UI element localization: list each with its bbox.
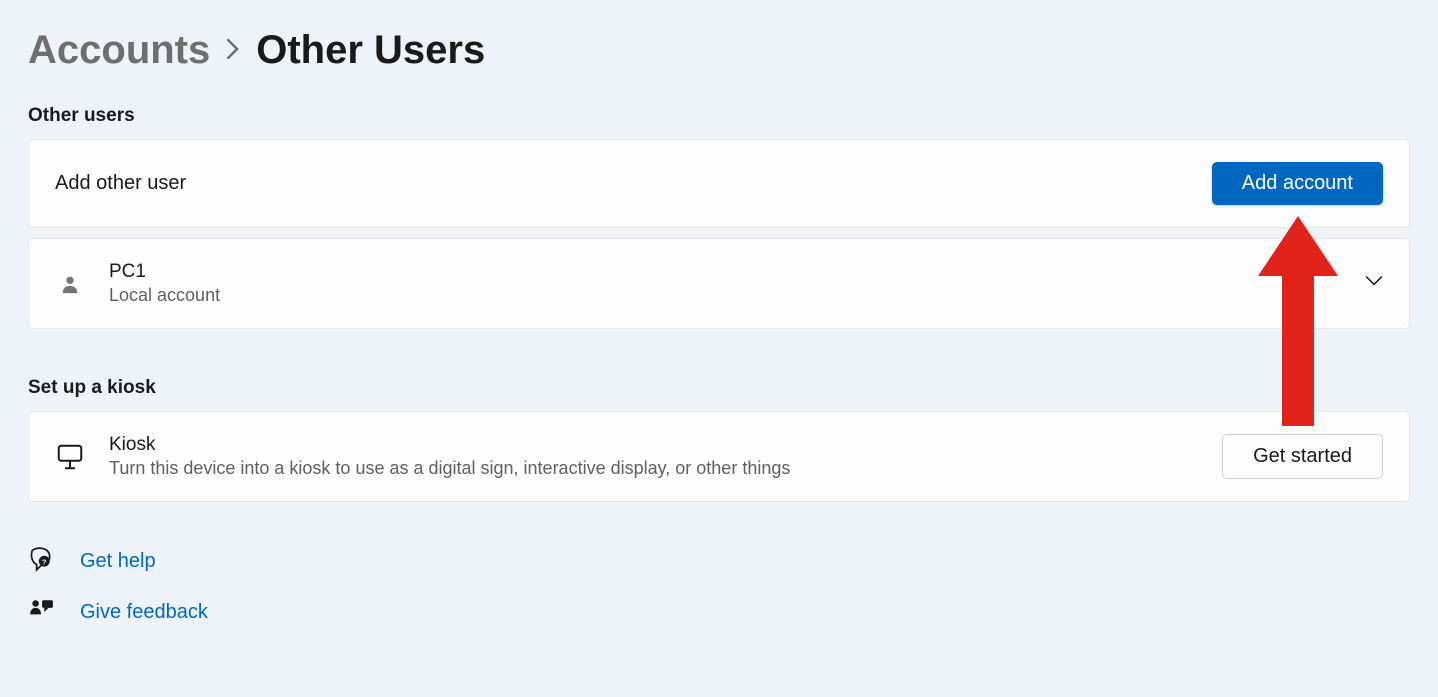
get-help-label: Get help [80, 550, 156, 573]
get-help-link[interactable]: ? Get help [28, 546, 1410, 577]
footer-links: ? Get help Give feedback [28, 546, 1410, 628]
kiosk-description: Turn this device into a kiosk to use as … [109, 458, 790, 479]
svg-text:?: ? [42, 557, 47, 566]
user-type: Local account [109, 285, 220, 306]
kiosk-row: Kiosk Turn this device into a kiosk to u… [28, 411, 1410, 502]
kiosk-icon [55, 442, 85, 472]
breadcrumb-current: Other Users [256, 28, 485, 73]
give-feedback-link[interactable]: Give feedback [28, 597, 1410, 628]
add-account-button[interactable]: Add account [1212, 162, 1383, 205]
section-header-kiosk: Set up a kiosk [28, 377, 1410, 399]
add-other-user-row: Add other user Add account [28, 139, 1410, 228]
help-icon: ? [28, 546, 54, 577]
breadcrumb: Accounts Other Users [28, 28, 1410, 73]
breadcrumb-parent[interactable]: Accounts [28, 28, 210, 73]
user-name: PC1 [109, 261, 220, 283]
user-icon [55, 273, 85, 295]
kiosk-title: Kiosk [109, 434, 790, 456]
give-feedback-label: Give feedback [80, 601, 208, 624]
get-started-button[interactable]: Get started [1222, 434, 1383, 479]
user-row[interactable]: PC1 Local account [28, 238, 1410, 329]
add-other-user-label: Add other user [55, 172, 186, 195]
feedback-icon [28, 597, 54, 628]
chevron-down-icon[interactable] [1365, 272, 1383, 295]
chevron-right-icon [226, 38, 240, 67]
section-header-other-users: Other users [28, 105, 1410, 127]
